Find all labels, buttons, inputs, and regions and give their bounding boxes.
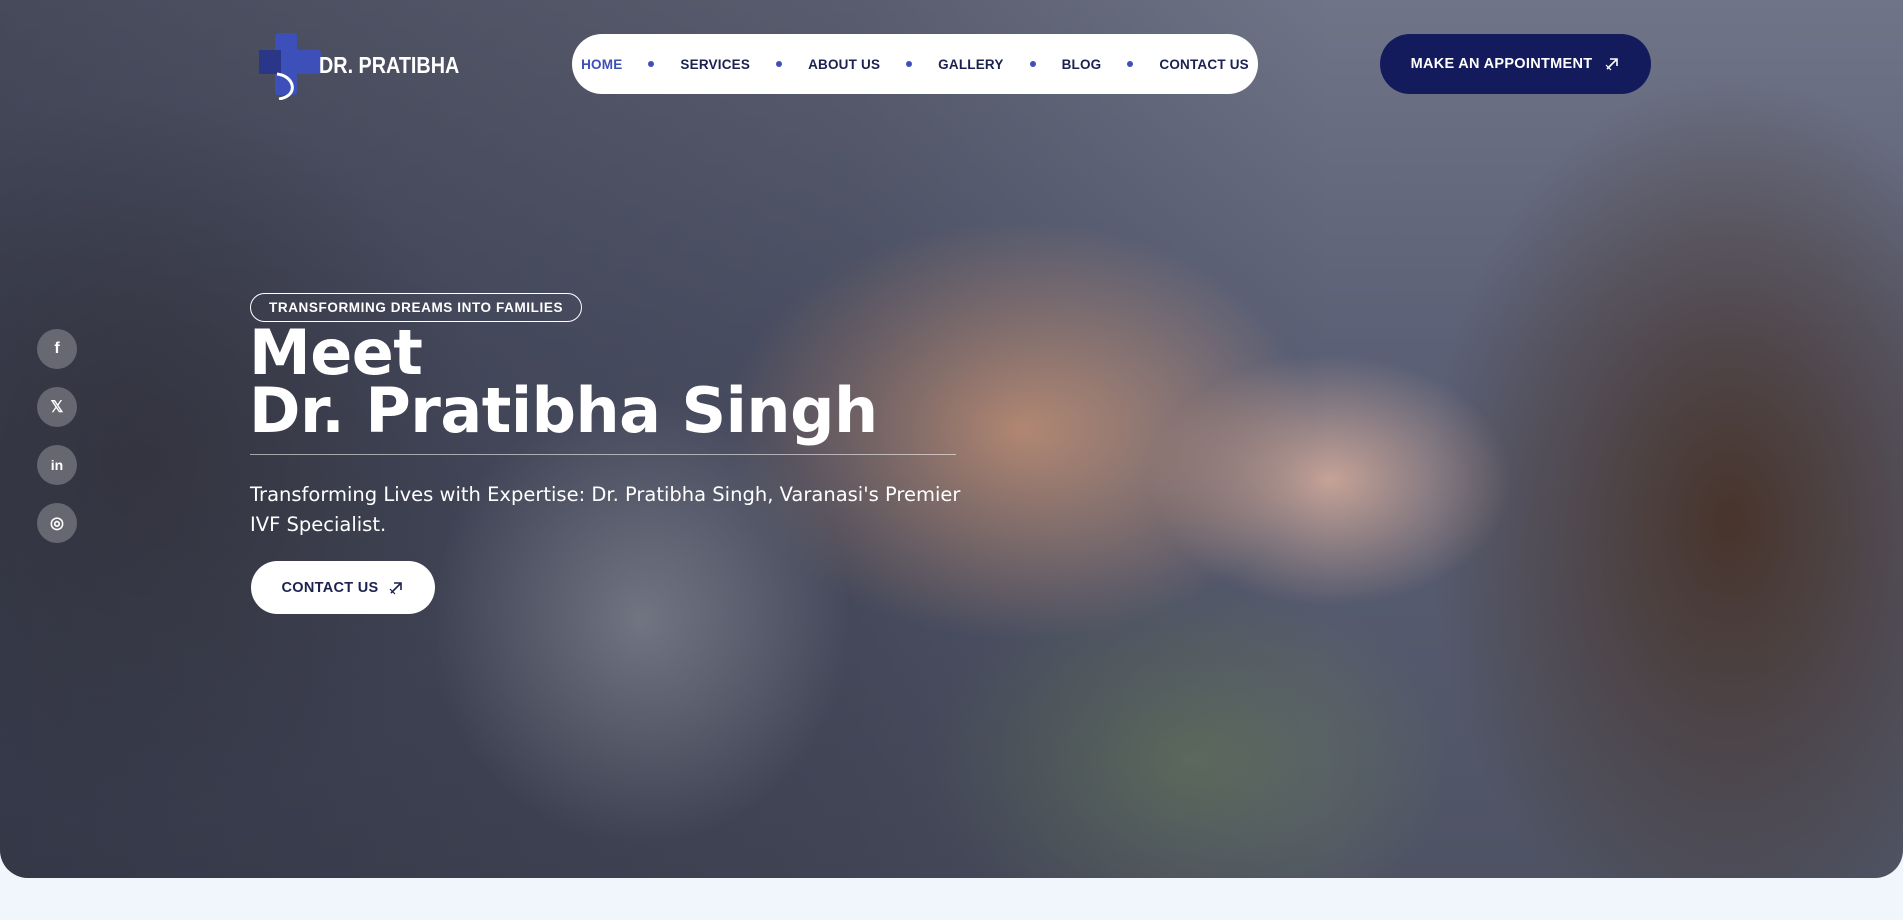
facebook-icon[interactable]: f xyxy=(37,329,77,369)
nav-separator-dot xyxy=(1127,61,1134,67)
linkedin-icon[interactable]: in xyxy=(37,445,77,485)
contact-us-label: CONTACT US xyxy=(281,579,379,596)
site-logo[interactable]: DR. PRATIBHA xyxy=(255,30,482,100)
nav-separator-dot xyxy=(906,61,913,67)
make-appointment-label: MAKE AN APPOINTMENT xyxy=(1410,56,1593,72)
x-twitter-icon[interactable]: 𝕏 xyxy=(37,387,77,427)
arrow-up-right-icon xyxy=(1605,58,1619,71)
nav-item-services[interactable]: SERVICES xyxy=(680,57,750,72)
logo-text: DR. PRATIBHA xyxy=(319,51,460,78)
main-navigation: HOME SERVICES ABOUT US GALLERY BLOG CONT… xyxy=(572,34,1258,94)
hero-section: DR. PRATIBHA HOME SERVICES ABOUT US GALL… xyxy=(0,0,1903,878)
nav-item-blog[interactable]: BLOG xyxy=(1062,57,1102,72)
nav-item-contact-us[interactable]: CONTACT US xyxy=(1159,57,1249,72)
arrow-up-right-icon xyxy=(390,581,403,594)
nav-separator-dot xyxy=(648,61,655,67)
instagram-icon[interactable]: ◎ xyxy=(37,503,77,543)
nav-item-home[interactable]: HOME xyxy=(581,57,622,72)
make-appointment-button[interactable]: MAKE AN APPOINTMENT xyxy=(1380,34,1651,94)
nav-item-gallery[interactable]: GALLERY xyxy=(938,57,1003,72)
hero-divider xyxy=(250,454,956,455)
social-links: f 𝕏 in ◎ xyxy=(37,329,77,543)
hero-heading: Meet Dr. Pratibha Singh xyxy=(249,322,878,447)
nav-separator-dot xyxy=(776,61,783,67)
nav-separator-dot xyxy=(1029,61,1036,67)
hero-heading-line2: Dr. Pratibha Singh xyxy=(249,374,878,447)
logo-cross-icon xyxy=(259,33,321,100)
nav-item-about-us[interactable]: ABOUT US xyxy=(808,57,880,72)
hero-subtitle: Transforming Lives with Expertise: Dr. P… xyxy=(250,483,961,536)
contact-us-button[interactable]: CONTACT US xyxy=(251,561,435,614)
